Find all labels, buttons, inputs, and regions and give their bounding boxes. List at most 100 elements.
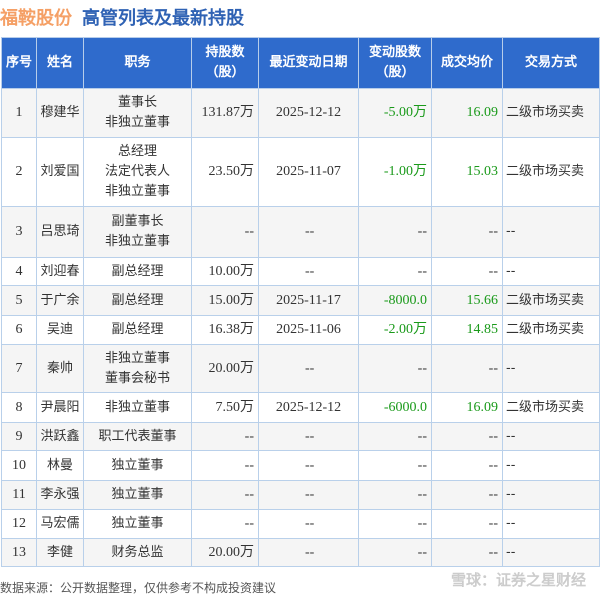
date-cell: -- <box>258 450 359 481</box>
row-index: 3 <box>1 206 37 258</box>
price-cell: -- <box>431 480 503 510</box>
shares-cell: -- <box>191 450 259 481</box>
trade-method-cell: -- <box>502 257 600 286</box>
date-cell: 2025-11-17 <box>258 285 359 316</box>
shares-cell: 23.50万 <box>191 137 259 207</box>
trade-method-cell: 二级市场买卖 <box>502 285 600 316</box>
date-cell: 2025-12-12 <box>258 88 359 138</box>
trade-method-cell: 二级市场买卖 <box>502 137 600 207</box>
trade-method-cell: 二级市场买卖 <box>502 315 600 345</box>
row-index: 8 <box>1 392 37 423</box>
position-cell: 独立董事 <box>83 450 192 481</box>
price-cell: -- <box>431 257 503 286</box>
col-header: 姓名 <box>36 37 84 89</box>
col-header: 职务 <box>83 37 192 89</box>
page-title: 福鞍股份 高管列表及最新持股 <box>0 4 244 30</box>
change-cell: -- <box>358 344 432 393</box>
row-index: 9 <box>1 422 37 451</box>
trade-method-cell: 二级市场买卖 <box>502 392 600 423</box>
date-cell: -- <box>258 509 359 539</box>
change-cell: -- <box>358 538 432 567</box>
change-cell: -- <box>358 422 432 451</box>
table-row: 3 吕思琦 副董事长 非独立董事 -- -- -- -- -- <box>1 206 600 258</box>
shares-cell: 15.00万 <box>191 285 259 316</box>
change-cell: -- <box>358 257 432 286</box>
date-cell: -- <box>258 206 359 258</box>
change-cell: -- <box>358 509 432 539</box>
price-cell: 15.66 <box>431 285 503 316</box>
trade-method-cell: -- <box>502 344 600 393</box>
price-cell: 16.09 <box>431 392 503 423</box>
name-cell: 穆建华 <box>36 88 84 138</box>
change-cell: -1.00万 <box>358 137 432 207</box>
date-cell: -- <box>258 422 359 451</box>
col-header: 持股数 （股） <box>191 37 259 89</box>
row-index: 6 <box>1 315 37 345</box>
date-cell: -- <box>258 257 359 286</box>
name-cell: 刘迎春 <box>36 257 84 286</box>
row-index: 11 <box>1 480 37 510</box>
position-cell: 非独立董事 董事会秘书 <box>83 344 192 393</box>
trade-method-cell: -- <box>502 422 600 451</box>
name-cell: 马宏儒 <box>36 509 84 539</box>
row-index: 10 <box>1 450 37 481</box>
price-cell: 14.85 <box>431 315 503 345</box>
trade-method-cell: -- <box>502 480 600 510</box>
name-cell: 吴迪 <box>36 315 84 345</box>
shares-cell: 7.50万 <box>191 392 259 423</box>
row-index: 12 <box>1 509 37 539</box>
shares-cell: 20.00万 <box>191 344 259 393</box>
position-cell: 独立董事 <box>83 509 192 539</box>
position-cell: 副总经理 <box>83 285 192 316</box>
trade-method-cell: -- <box>502 538 600 567</box>
trade-method-cell: -- <box>502 509 600 539</box>
data-source-note: 数据来源：公开数据整理，仅供参考不构成投资建议 <box>0 581 277 595</box>
name-cell: 洪跃鑫 <box>36 422 84 451</box>
page-subtitle: 高管列表及最新持股 <box>82 8 244 29</box>
col-header: 成交均价 <box>431 37 503 89</box>
table-header: 序号 姓名 职务 持股数 （股） 最近变动日期 变动股数 （股） 成交均价 交易… <box>1 37 600 89</box>
position-cell: 非独立董事 <box>83 392 192 423</box>
name-cell: 秦帅 <box>36 344 84 393</box>
name-cell: 尹晨阳 <box>36 392 84 423</box>
table-row: 6 吴迪 副总经理 16.38万 2025-11-06 -2.00万 14.85 二级市场买卖 <box>1 315 600 345</box>
position-cell: 董事长 非独立董事 <box>83 88 192 138</box>
date-cell: 2025-12-12 <box>258 392 359 423</box>
position-cell: 职工代表董事 <box>83 422 192 451</box>
table-row: 5 于广余 副总经理 15.00万 2025-11-17 -8000.0 15.66 二级市场… <box>1 285 600 316</box>
price-cell: -- <box>431 450 503 481</box>
price-cell: -- <box>431 206 503 258</box>
table-row: 1 穆建华 董事长 非独立董事 131.87万 2025-12-12 -5.00万 16.0… <box>1 88 600 138</box>
table-row: 8 尹晨阳 非独立董事 7.50万 2025-12-12 -6000.0 16.09 二级市场… <box>1 392 600 423</box>
change-cell: -5.00万 <box>358 88 432 138</box>
company-name: 福鞍股份 <box>0 8 72 29</box>
name-cell: 于广余 <box>36 285 84 316</box>
date-cell: -- <box>258 344 359 393</box>
name-cell: 林曼 <box>36 450 84 481</box>
row-index: 13 <box>1 538 37 567</box>
shares-cell: -- <box>191 509 259 539</box>
name-cell: 李健 <box>36 538 84 567</box>
change-cell: -- <box>358 480 432 510</box>
shares-cell: 10.00万 <box>191 257 259 286</box>
row-index: 7 <box>1 344 37 393</box>
position-cell: 总经理 法定代表人 非独立董事 <box>83 137 192 207</box>
col-header: 最近变动日期 <box>258 37 359 89</box>
price-cell: -- <box>431 538 503 567</box>
col-header: 序号 <box>1 37 37 89</box>
shares-cell: -- <box>191 422 259 451</box>
shares-cell: 131.87万 <box>191 88 259 138</box>
date-cell: 2025-11-06 <box>258 315 359 345</box>
shares-cell: 16.38万 <box>191 315 259 345</box>
table-row: 12 马宏儒 独立董事 -- -- -- -- -- <box>1 509 600 539</box>
change-cell: -8000.0 <box>358 285 432 316</box>
change-cell: -- <box>358 206 432 258</box>
position-cell: 副总经理 <box>83 315 192 345</box>
table-row: 2 刘爱国 总经理 法定代表人 非独立董事 23.50万 2025-11-07 -1.00… <box>1 137 600 207</box>
shares-cell: -- <box>191 206 259 258</box>
change-cell: -- <box>358 450 432 481</box>
col-header: 交易方式 <box>502 37 600 89</box>
position-cell: 财务总监 <box>83 538 192 567</box>
table-row: 10 林曼 独立董事 -- -- -- -- -- <box>1 450 600 481</box>
price-cell: -- <box>431 344 503 393</box>
